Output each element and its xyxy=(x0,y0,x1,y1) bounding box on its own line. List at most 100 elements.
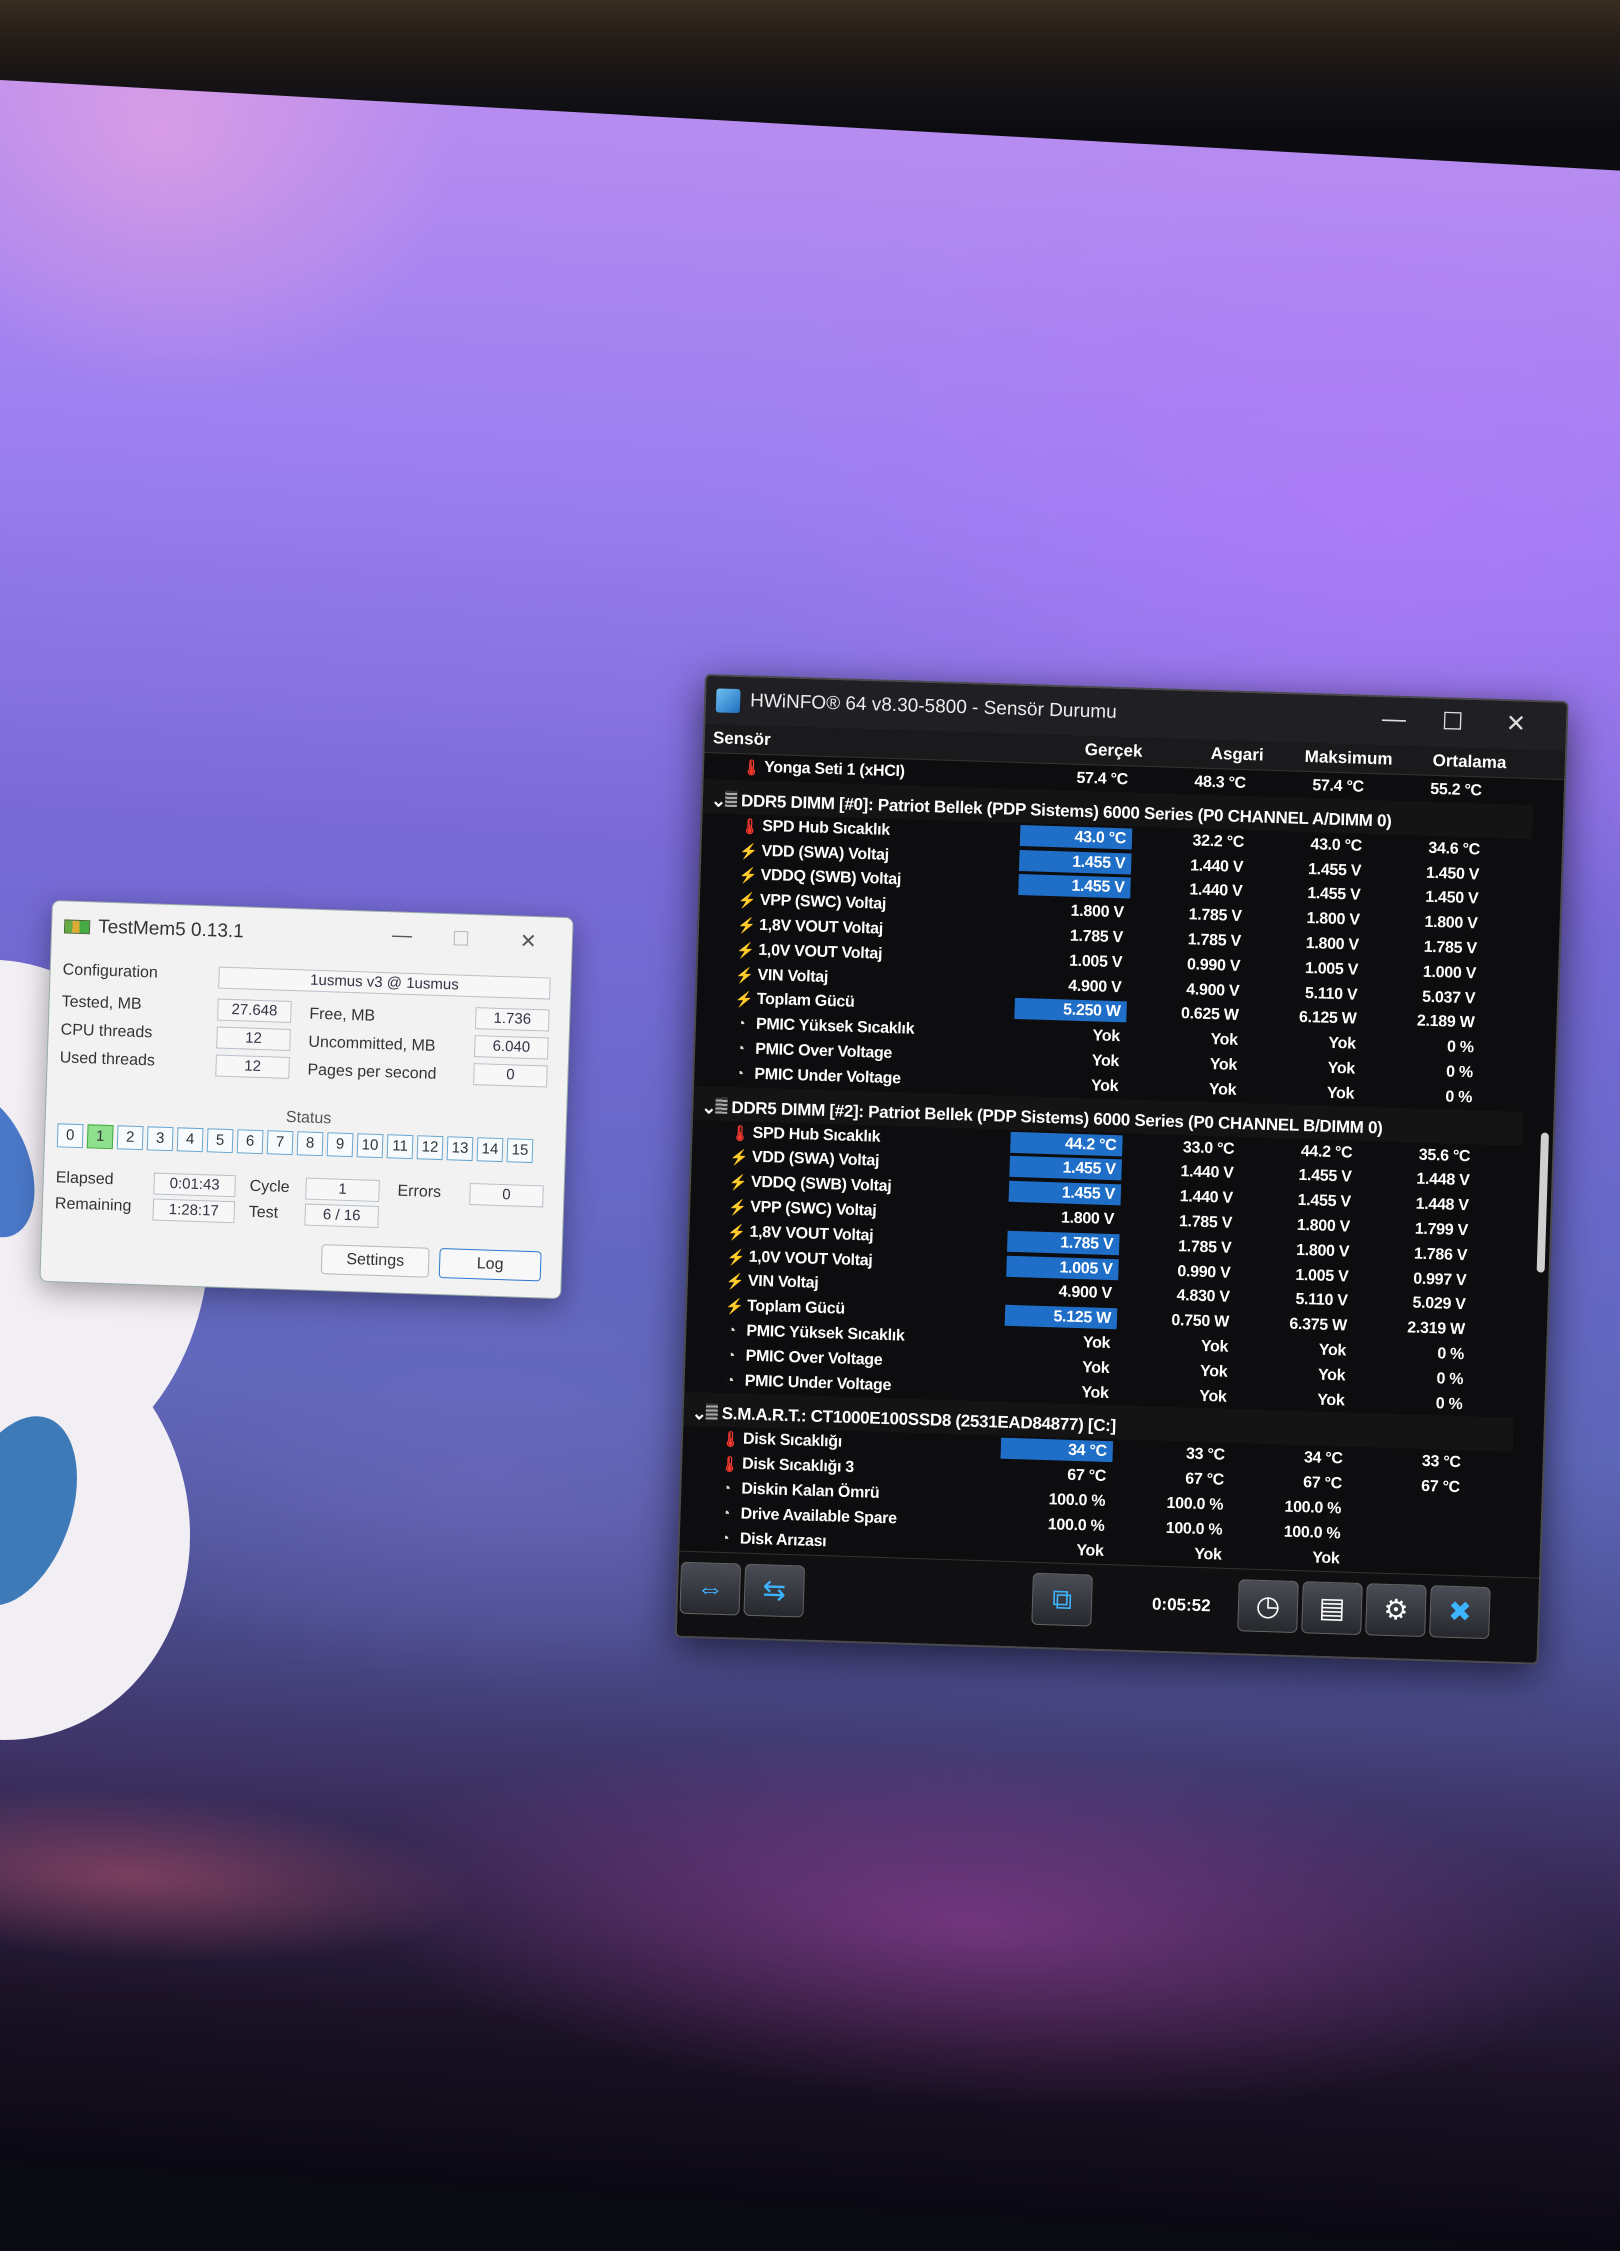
sensor-name: Disk Arızası xyxy=(739,1530,827,1550)
expand-arrows-icon[interactable]: ⇔ xyxy=(679,1561,742,1616)
status-cell: 10 xyxy=(356,1133,384,1159)
value-min: 0.625 W xyxy=(1180,1005,1239,1025)
log-button[interactable]: Log xyxy=(438,1248,542,1282)
value-min: Yok xyxy=(1200,1337,1229,1356)
column-min[interactable]: Asgari xyxy=(1210,744,1263,766)
network-icon[interactable]: ⧉ xyxy=(1031,1572,1093,1627)
maximize-icon[interactable]: ☐ xyxy=(1441,707,1463,737)
value-min: 100.0 % xyxy=(1166,1494,1224,1514)
value-max: 6.375 W xyxy=(1289,1315,1348,1335)
value-cur: 5.250 W xyxy=(1014,998,1127,1023)
settings-gear-icon[interactable]: ⚙ xyxy=(1365,1583,1427,1638)
value-min: 0.750 W xyxy=(1171,1312,1230,1331)
sensor-name: VIN Voltaj xyxy=(757,966,829,986)
value-avg: 2.319 W xyxy=(1407,1319,1466,1339)
gauge-icon: ◔ xyxy=(725,1346,736,1365)
lightning-icon: ⚡ xyxy=(734,991,754,1010)
sensor-name: SPD Hub Sıcaklık xyxy=(752,1124,881,1146)
value-avg: 2.189 W xyxy=(1416,1012,1475,1032)
value-cur: 1.455 V xyxy=(1009,1156,1122,1181)
test-label: Test xyxy=(248,1203,279,1222)
maximize-icon[interactable]: ☐ xyxy=(452,926,471,952)
value-max: 1.800 V xyxy=(1295,1241,1350,1261)
lightning-icon: ⚡ xyxy=(735,966,755,985)
close-x-icon[interactable]: ✖ xyxy=(1429,1585,1491,1640)
used-threads-label: Used threads xyxy=(59,1049,156,1070)
chevron-down-icon[interactable]: ⌄ xyxy=(701,1097,716,1118)
clock-icon[interactable]: ◷ xyxy=(1237,1579,1299,1634)
sensor-name: Disk Sıcaklığı xyxy=(742,1430,843,1452)
value-max: Yok xyxy=(1326,1084,1355,1103)
value-min: 1.440 V xyxy=(1179,1188,1234,1207)
gauge-icon: ◔ xyxy=(735,1040,745,1058)
value-cur: Yok xyxy=(1091,1052,1120,1071)
status-cell: 2 xyxy=(116,1125,144,1151)
value-cur: 100.0 % xyxy=(1048,1491,1106,1510)
value-cur: 1.785 V xyxy=(1007,1230,1120,1256)
uncommitted-value: 6.040 xyxy=(474,1035,549,1060)
chevron-down-icon[interactable]: ⌄ xyxy=(691,1403,706,1424)
pages-per-second-label: Pages per second xyxy=(307,1061,437,1083)
value-max: 1.005 V xyxy=(1304,959,1359,979)
free-label: Free, MB xyxy=(309,1005,376,1025)
column-sensor[interactable]: Sensör xyxy=(713,728,771,750)
lightning-icon: ⚡ xyxy=(725,1273,745,1291)
value-cur: 44.2 °C xyxy=(1010,1131,1123,1156)
tested-label: Tested, MB xyxy=(61,993,142,1014)
column-avg[interactable]: Ortalama xyxy=(1432,751,1506,773)
value-avg: 1.785 V xyxy=(1423,938,1478,958)
close-icon[interactable]: ✕ xyxy=(519,929,537,955)
value-min: 1.785 V xyxy=(1177,1237,1232,1257)
value-avg: 1.786 V xyxy=(1413,1245,1468,1264)
configuration-field[interactable]: 1usmus v3 @ 1usmus xyxy=(218,966,551,1000)
gauge-icon: ◔ xyxy=(720,1504,731,1522)
memory-stick-icon xyxy=(63,919,91,935)
status-cell: 4 xyxy=(176,1127,204,1153)
value-avg: 33 °C xyxy=(1421,1453,1461,1472)
value-min: 4.830 V xyxy=(1176,1287,1230,1307)
report-icon[interactable]: ▤ xyxy=(1301,1581,1363,1636)
value-cur: 67 °C xyxy=(1067,1466,1107,1486)
value-min: 100.0 % xyxy=(1165,1519,1223,1539)
lightning-icon: ⚡ xyxy=(727,1198,747,1217)
minimize-icon[interactable]: — xyxy=(1381,705,1407,734)
memory-module-icon xyxy=(724,790,738,807)
scrollbar-thumb[interactable] xyxy=(1536,1132,1550,1273)
value-cur: Yok xyxy=(1081,1358,1110,1377)
sensor-name: PMIC Under Voltage xyxy=(754,1065,901,1088)
value-avg: 0 % xyxy=(1446,1038,1474,1057)
lightning-icon: ⚡ xyxy=(726,1248,746,1267)
value-avg: 1.448 V xyxy=(1415,1195,1469,1215)
value-avg: 1.448 V xyxy=(1416,1170,1470,1190)
value-min: Yok xyxy=(1208,1080,1237,1099)
value-cur: 100.0 % xyxy=(1047,1515,1105,1535)
value-avg xyxy=(1351,1548,1464,1571)
timer-readout: 0:05:52 xyxy=(1151,1594,1211,1616)
lightning-icon: ⚡ xyxy=(739,842,759,861)
value-max: Yok xyxy=(1316,1391,1345,1409)
used-threads-value: 12 xyxy=(215,1054,290,1079)
settings-button[interactable]: Settings xyxy=(320,1244,430,1278)
column-current[interactable]: Gerçek xyxy=(1084,740,1143,762)
hwinfo-window[interactable]: HWiNFO® 64 v8.30-5800 - Sensör Durumu — … xyxy=(674,674,1569,1665)
value-min: 33 °C xyxy=(1185,1445,1225,1465)
value-max: Yok xyxy=(1328,1034,1356,1053)
value-max: 34 °C xyxy=(1303,1449,1343,1468)
status-cell: 15 xyxy=(506,1138,534,1164)
sensor-name: 1,0V VOUT Voltaj xyxy=(758,941,883,963)
column-max[interactable]: Maksimum xyxy=(1304,747,1392,770)
sensor-name: VDD (SWA) Voltaj xyxy=(761,842,890,864)
collapse-arrows-icon[interactable]: ⇆ xyxy=(743,1563,806,1618)
value-max: 1.455 V xyxy=(1307,860,1362,880)
chevron-down-icon[interactable]: ⌄ xyxy=(711,790,726,811)
value-avg: 67 °C xyxy=(1420,1478,1461,1497)
value-max: Yok xyxy=(1317,1366,1346,1385)
cycle-label: Cycle xyxy=(249,1177,290,1197)
cpu-threads-value: 12 xyxy=(216,1026,291,1051)
close-icon[interactable]: ✕ xyxy=(1505,709,1526,739)
minimize-icon[interactable]: — xyxy=(392,924,413,948)
testmem5-window[interactable]: TestMem5 0.13.1 — ☐ ✕ Configuration 1usm… xyxy=(39,900,574,1300)
value-max: 1.455 V xyxy=(1298,1167,1352,1186)
window-title-text: TestMem5 0.13.1 xyxy=(97,916,245,943)
sensor-list[interactable]: 🌡 Yonga Seti 1 (xHCI) 57.4 °C 48.3 °C 57.4 °… xyxy=(680,754,1534,1572)
